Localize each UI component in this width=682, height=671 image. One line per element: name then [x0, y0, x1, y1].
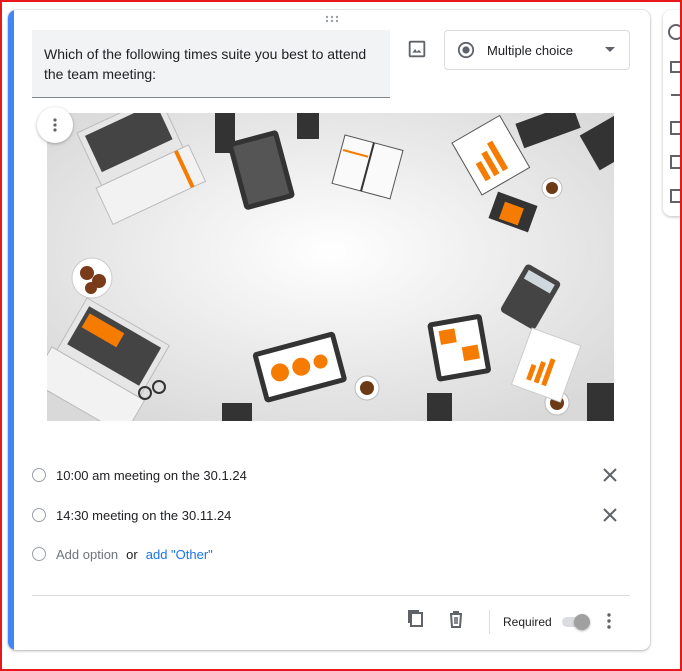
question-type-dropdown[interactable]: Multiple choice: [444, 30, 630, 70]
image-options-button[interactable]: [37, 107, 73, 143]
radio-button[interactable]: [32, 468, 46, 482]
close-icon[interactable]: [602, 467, 618, 483]
team-meeting-illustration: [47, 113, 614, 421]
footer-divider: [32, 595, 630, 596]
list-item[interactable]: 14:30 meeting on the 30.11.24: [32, 503, 231, 527]
delete-icon[interactable]: [446, 608, 466, 636]
radio-button: [32, 547, 46, 561]
option-label[interactable]: 14:30 meeting on the 30.11.24: [56, 508, 231, 523]
more-vert-icon: [53, 118, 57, 132]
image-icon[interactable]: [406, 38, 428, 60]
question-card[interactable]: Which of the following times suite you b…: [8, 10, 650, 650]
add-option-row: Add option or add "Other": [32, 542, 213, 566]
footer-separator: [489, 610, 490, 634]
add-option-button[interactable]: Add option: [56, 547, 118, 562]
side-toolbar-icons: [668, 24, 682, 203]
list-item[interactable]: 10:00 am meeting on the 30.1.24: [32, 463, 247, 487]
option-label[interactable]: 10:00 am meeting on the 30.1.24: [56, 468, 247, 483]
required-toggle[interactable]: [562, 614, 590, 630]
active-card-accent: [8, 10, 14, 650]
more-vert-icon[interactable]: [606, 613, 614, 641]
question-image: [47, 113, 614, 421]
dropdown-arrow-icon: [605, 47, 615, 52]
drag-handle-icon[interactable]: [325, 15, 339, 23]
question-type-label: Multiple choice: [487, 42, 573, 58]
copy-icon[interactable]: [406, 608, 426, 636]
radio-button-icon: [457, 41, 475, 59]
required-label: Required: [503, 615, 552, 629]
add-option-or-text: or: [126, 546, 138, 562]
question-title-text: Which of the following times suite you b…: [44, 46, 367, 82]
question-title-input[interactable]: Which of the following times suite you b…: [32, 30, 390, 98]
close-icon[interactable]: [602, 507, 618, 523]
side-toolbar[interactable]: [663, 10, 682, 216]
add-other-link[interactable]: add "Other": [146, 547, 213, 562]
radio-button[interactable]: [32, 508, 46, 522]
